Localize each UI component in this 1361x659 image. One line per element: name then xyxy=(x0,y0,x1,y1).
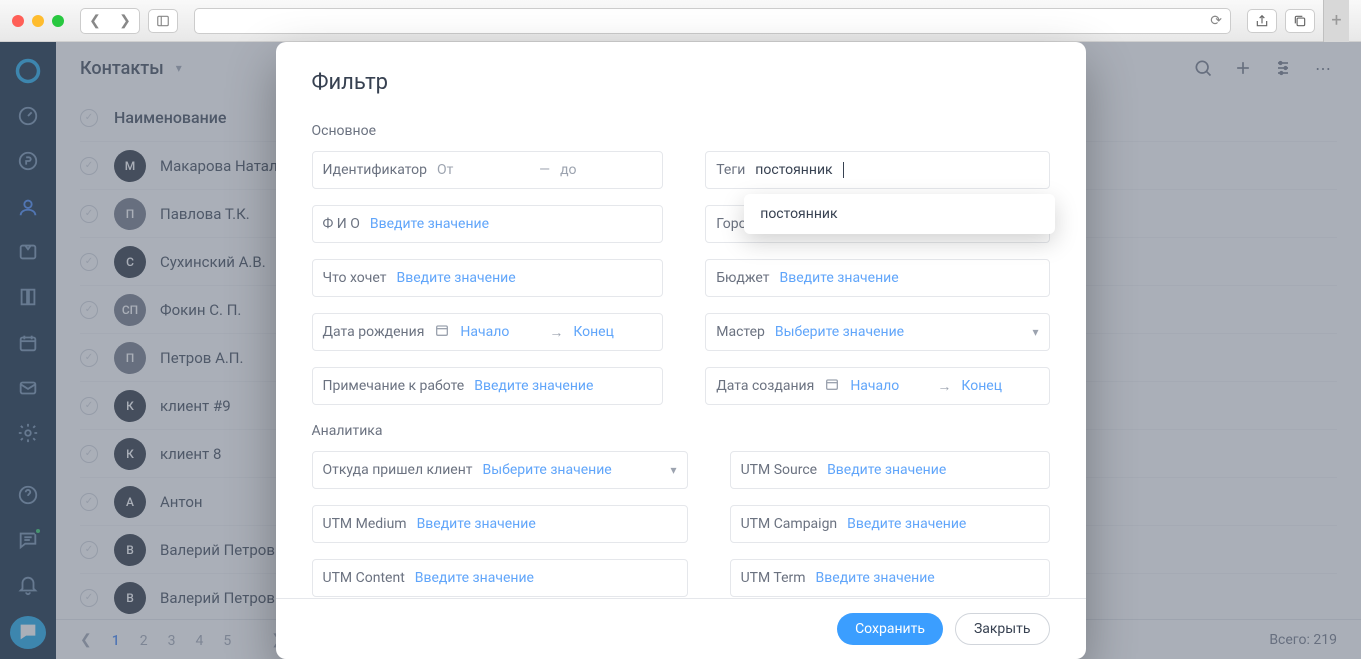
modal-overlay[interactable]: Фильтр Основное Идентификатор — Теги пос… xyxy=(0,42,1361,659)
field-id[interactable]: Идентификатор — xyxy=(312,151,664,189)
tags-autocomplete-dropdown: постоянник xyxy=(744,194,1054,234)
modal-title: Фильтр xyxy=(312,70,1050,95)
field-created-label: Дата создания xyxy=(716,378,814,394)
filter-modal: Фильтр Основное Идентификатор — Теги пос… xyxy=(276,42,1086,659)
field-utm-medium[interactable]: UTM Medium xyxy=(312,505,688,543)
field-utm-medium-input[interactable] xyxy=(417,516,677,532)
field-utm-source[interactable]: UTM Source xyxy=(730,451,1050,489)
section-analytics-label: Аналитика xyxy=(312,423,1050,439)
field-utm-campaign[interactable]: UTM Campaign xyxy=(730,505,1050,543)
address-bar[interactable]: ⟳ xyxy=(194,8,1231,34)
field-utm-campaign-input[interactable] xyxy=(847,516,1038,532)
field-note-label: Примечание к работе xyxy=(323,378,465,394)
reload-icon[interactable]: ⟳ xyxy=(1210,13,1222,29)
field-source-input[interactable] xyxy=(483,462,661,478)
sidebar-toggle-icon[interactable] xyxy=(148,9,178,33)
field-id-from-input[interactable] xyxy=(437,162,529,178)
maximize-window-icon[interactable] xyxy=(52,15,64,27)
field-source-label: Откуда пришел клиент xyxy=(323,462,473,478)
field-master-input[interactable] xyxy=(775,324,1023,340)
field-created-start-input[interactable] xyxy=(850,378,927,394)
field-utm-term[interactable]: UTM Term xyxy=(730,559,1050,597)
chevron-down-icon[interactable]: ▾ xyxy=(671,463,677,477)
field-utm-campaign-label: UTM Campaign xyxy=(741,516,838,532)
modal-footer: Сохранить Закрыть xyxy=(276,598,1086,659)
close-button[interactable]: Закрыть xyxy=(955,613,1050,645)
field-birth-start-input[interactable] xyxy=(460,324,539,340)
field-budget-label: Бюджет xyxy=(716,270,769,286)
calendar-icon[interactable] xyxy=(434,322,450,342)
field-tags-label: Теги xyxy=(716,162,745,178)
field-utm-medium-label: UTM Medium xyxy=(323,516,407,532)
save-button[interactable]: Сохранить xyxy=(837,613,943,645)
field-utm-term-label: UTM Term xyxy=(741,570,806,586)
tabs-button[interactable] xyxy=(1285,9,1315,33)
browser-chrome: ❮ ❯ ⟳ + xyxy=(0,0,1361,42)
forward-button[interactable]: ❯ xyxy=(111,9,139,33)
field-tags-value: постоянник xyxy=(755,162,832,178)
field-birth-label: Дата рождения xyxy=(323,324,425,340)
field-note[interactable]: Примечание к работе xyxy=(312,367,664,405)
field-budget[interactable]: Бюджет xyxy=(705,259,1049,297)
field-tags[interactable]: Теги постоянник постоянник xyxy=(705,151,1049,189)
field-id-to-input[interactable] xyxy=(560,162,652,178)
field-utm-content-label: UTM Content xyxy=(323,570,405,586)
field-fio-label: Ф И О xyxy=(323,216,360,232)
field-id-label: Идентификатор xyxy=(323,162,428,178)
new-tab-button[interactable]: + xyxy=(1323,0,1349,42)
arrow-right-icon: → xyxy=(937,378,951,395)
traffic-lights xyxy=(12,15,64,27)
field-utm-term-input[interactable] xyxy=(816,570,1039,586)
share-button[interactable] xyxy=(1247,9,1277,33)
field-master[interactable]: Мастер ▾ xyxy=(705,313,1049,351)
field-created-end-input[interactable] xyxy=(961,378,1038,394)
field-birth-end-input[interactable] xyxy=(573,324,652,340)
field-master-label: Мастер xyxy=(716,324,765,340)
tags-suggestion-item[interactable]: постоянник xyxy=(760,206,1038,222)
field-note-input[interactable] xyxy=(474,378,652,394)
field-source[interactable]: Откуда пришел клиент ▾ xyxy=(312,451,688,489)
field-budget-input[interactable] xyxy=(780,270,1039,286)
field-utm-content[interactable]: UTM Content xyxy=(312,559,688,597)
field-id-sep: — xyxy=(539,162,550,178)
section-main-label: Основное xyxy=(312,123,1050,139)
field-utm-source-input[interactable] xyxy=(827,462,1038,478)
field-utm-source-label: UTM Source xyxy=(741,462,818,478)
field-wants-input[interactable] xyxy=(396,270,652,286)
field-fio-input[interactable] xyxy=(370,216,652,232)
field-wants-label: Что хочет xyxy=(323,270,387,286)
field-utm-content-input[interactable] xyxy=(415,570,677,586)
minimize-window-icon[interactable] xyxy=(32,15,44,27)
close-window-icon[interactable] xyxy=(12,15,24,27)
field-fio[interactable]: Ф И О xyxy=(312,205,664,243)
back-button[interactable]: ❮ xyxy=(81,9,109,33)
calendar-icon[interactable] xyxy=(824,376,840,396)
chevron-down-icon[interactable]: ▾ xyxy=(1032,325,1038,339)
field-created[interactable]: Дата создания → xyxy=(705,367,1049,405)
field-birth[interactable]: Дата рождения → xyxy=(312,313,664,351)
field-wants[interactable]: Что хочет xyxy=(312,259,664,297)
arrow-right-icon: → xyxy=(549,324,563,341)
nav-arrows: ❮ ❯ xyxy=(80,8,140,34)
